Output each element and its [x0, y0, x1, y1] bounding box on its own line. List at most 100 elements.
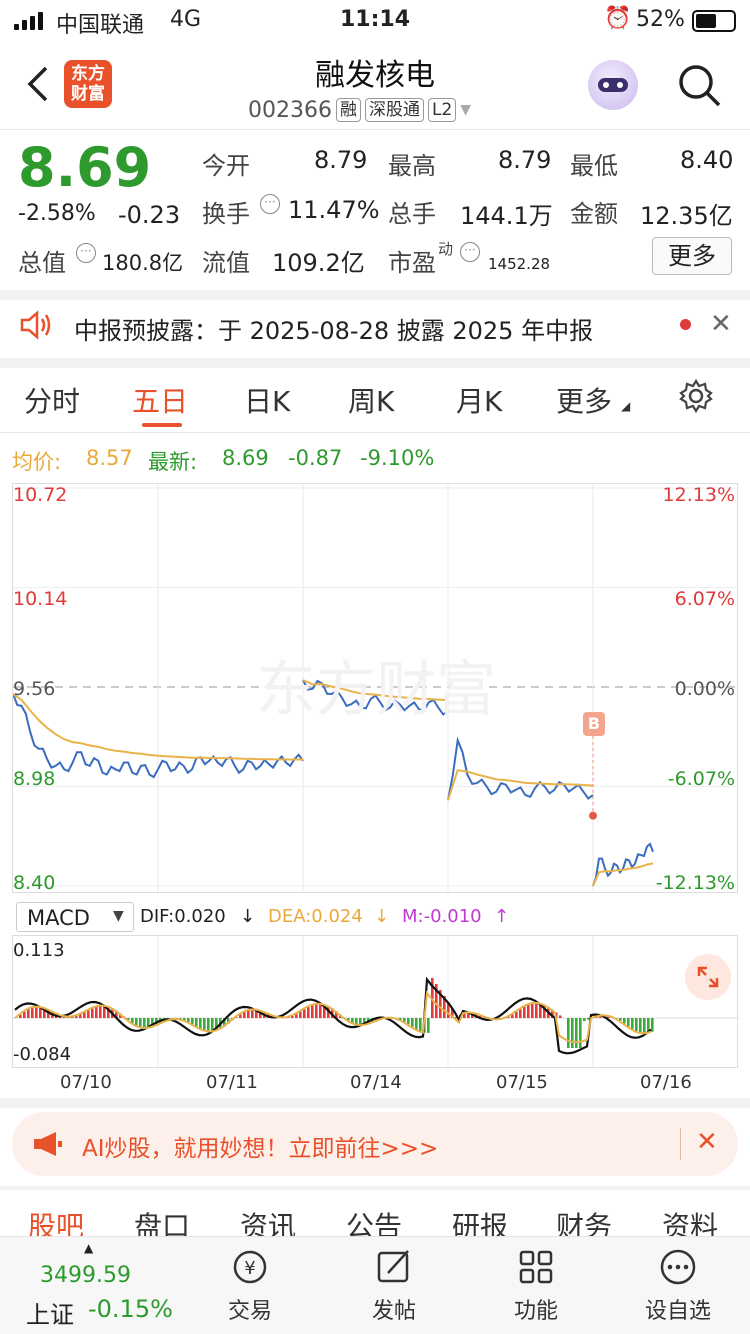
- search-icon[interactable]: [676, 62, 722, 108]
- dif-arrow-icon: ↓: [240, 906, 256, 927]
- ai-banner-text: AI炒股，就用妙想！立即前往>>>: [82, 1136, 439, 1162]
- pe-value: 1452.28: [488, 255, 551, 273]
- macd-bar: [307, 1006, 310, 1018]
- macd-bar: [99, 1005, 102, 1018]
- macd-bar: [407, 1018, 410, 1025]
- more-info-icon[interactable]: ···: [460, 242, 480, 262]
- alarm-icon: ⏰: [604, 6, 632, 31]
- x-label-4: 07/16: [640, 1072, 692, 1093]
- tag-connect: 深股通: [364, 98, 424, 122]
- y-tick-left-2: 9.56: [13, 678, 56, 700]
- ai-banner[interactable]: AI炒股，就用妙想！立即前往>>> ✕: [12, 1112, 738, 1176]
- y-tick-left-4: 8.40: [13, 872, 56, 894]
- macd-bar: [87, 1010, 90, 1018]
- macd-chart[interactable]: 0.113 -0.084: [12, 935, 739, 1069]
- tab-intraday[interactable]: 分时: [24, 380, 80, 420]
- tab-monthly-k[interactable]: 月K: [456, 380, 502, 420]
- current-price: 8.69: [18, 136, 152, 199]
- macd-bar: [639, 1018, 642, 1033]
- macd-bar: [135, 1018, 138, 1026]
- buy-point-marker[interactable]: B: [583, 712, 605, 736]
- dock-post-label: 发帖: [371, 1299, 416, 1324]
- macd-bar: [643, 1018, 646, 1034]
- dock-post[interactable]: 发帖: [334, 1247, 454, 1325]
- tab-more[interactable]: 更多: [556, 380, 612, 420]
- macd-bar: [427, 1018, 430, 1033]
- more-button[interactable]: 更多: [652, 237, 732, 275]
- y-tick-left-3: 8.98: [13, 768, 56, 790]
- latest-value: 8.69: [222, 446, 269, 470]
- megaphone-icon: [34, 1132, 62, 1156]
- macd-bar: [311, 1005, 314, 1018]
- unread-dot: [680, 319, 691, 330]
- macd-bar: [299, 1011, 302, 1018]
- dock-trade-label: 交易: [227, 1299, 272, 1324]
- robot-assistant-icon[interactable]: [588, 60, 638, 110]
- price-chart[interactable]: 东方财富 10.72 10.14 9.56 8.98 8.40 12.13% 6…: [12, 483, 739, 894]
- avg-label: 均价:: [12, 450, 62, 474]
- dock-watchlist[interactable]: 设自选: [618, 1247, 738, 1325]
- macd-bar: [531, 1003, 534, 1018]
- macd-bar: [523, 1006, 526, 1018]
- dock-function-label: 功能: [513, 1299, 558, 1324]
- y-tick-left-0: 10.72: [13, 484, 68, 506]
- volume-label: 总手: [388, 200, 436, 228]
- battery-icon: [692, 10, 736, 32]
- notice-text[interactable]: 中报预披露：于 2025-08-28 披露 2025 年中报: [74, 311, 593, 346]
- macd-bar: [651, 1018, 654, 1032]
- macd-bar: [251, 1009, 254, 1018]
- expand-icon[interactable]: [685, 954, 731, 1000]
- float-label: 流值: [202, 249, 250, 277]
- watermark-text: 东方财富: [256, 655, 496, 725]
- macd-bar: [31, 1007, 34, 1018]
- macd-bar: [411, 1018, 414, 1027]
- dropdown-icon: ▼: [113, 908, 124, 924]
- macd-bar: [635, 1018, 638, 1032]
- macd-bar: [415, 1018, 418, 1030]
- speaker-icon: [20, 310, 51, 340]
- y-tick-right-1: 6.07%: [674, 588, 735, 610]
- turnover-label: 换手: [202, 200, 250, 228]
- svg-text:¥: ¥: [244, 1258, 255, 1279]
- macd-bar: [315, 1003, 318, 1018]
- macd-top-tick: 0.113: [13, 940, 65, 961]
- status-bar: 中国联通 4G 11:14 ⏰ 52%: [0, 0, 750, 40]
- index-change[interactable]: -0.15%: [88, 1295, 173, 1323]
- turnover-value: 11.47%: [288, 196, 380, 224]
- macd-bar: [527, 1004, 530, 1018]
- latest-change: -0.87: [288, 446, 343, 470]
- macd-bar: [631, 1018, 634, 1030]
- macd-bar: [419, 1018, 422, 1032]
- indicator-selector[interactable]: MACD ▼: [16, 902, 134, 932]
- macd-bar: [571, 1018, 574, 1048]
- more-dots-icon: [660, 1249, 696, 1285]
- macd-bar: [203, 1018, 206, 1031]
- volume-value: 144.1万: [460, 202, 553, 230]
- marker-dot: [589, 811, 597, 820]
- tag-level2: L2: [427, 98, 457, 122]
- index-value[interactable]: 3499.59: [40, 1263, 131, 1288]
- dock-function[interactable]: 功能: [476, 1247, 596, 1325]
- more-info-icon[interactable]: ···: [260, 194, 280, 214]
- edit-icon: [377, 1250, 409, 1283]
- dock-trade[interactable]: ¥ 交易: [190, 1247, 310, 1325]
- index-name[interactable]: 上证: [26, 1295, 74, 1330]
- open-value: 8.79: [314, 146, 368, 174]
- stock-subtitle: 002366 融 深股通 L2 ▼: [248, 96, 471, 124]
- close-icon[interactable]: ✕: [696, 1127, 718, 1157]
- active-tab-indicator: [142, 423, 182, 427]
- macd-bar: [143, 1018, 146, 1028]
- close-icon[interactable]: ✕: [710, 309, 732, 339]
- trade-icon: ¥: [233, 1250, 267, 1284]
- x-label-3: 07/15: [496, 1072, 548, 1093]
- more-info-icon[interactable]: ···: [76, 243, 96, 263]
- macd-bar: [587, 1018, 590, 1020]
- tab-daily-k[interactable]: 日K: [244, 380, 290, 420]
- settings-gear-icon[interactable]: [678, 378, 714, 414]
- x-label-0: 07/10: [60, 1072, 112, 1093]
- dropdown-icon[interactable]: ▼: [460, 102, 471, 118]
- tab-weekly-k[interactable]: 周K: [348, 380, 394, 420]
- tab-five-day[interactable]: 五日: [132, 380, 188, 420]
- macd-bar: [575, 1018, 578, 1048]
- battery-percent: 52%: [636, 7, 685, 32]
